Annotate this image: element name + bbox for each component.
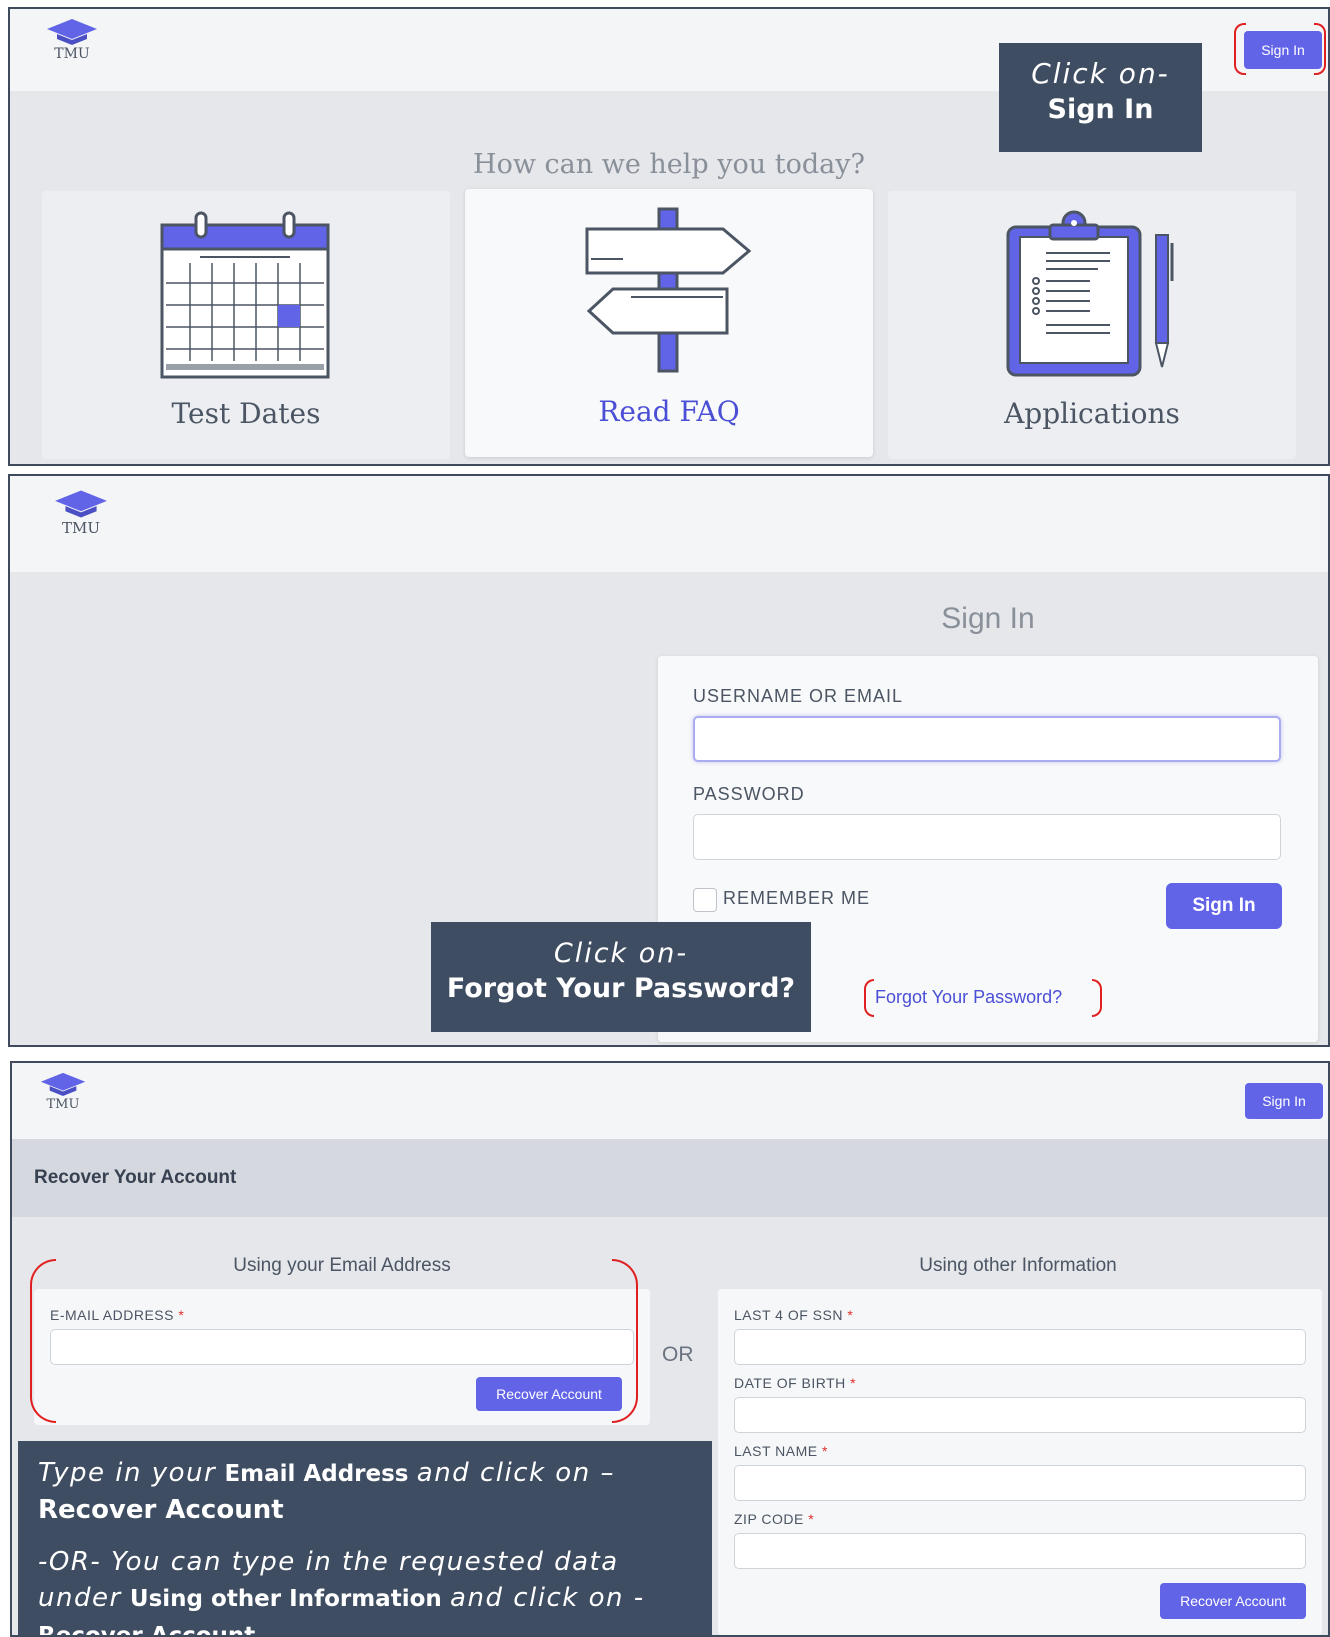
password-input[interactable] [693,814,1281,860]
recover-account-button[interactable]: Recover Account [476,1377,622,1411]
tmu-logo[interactable]: TMU [44,17,100,62]
card-label: Read FAQ [598,395,740,428]
card-test-dates[interactable]: Test Dates [42,191,450,459]
signpost-icon [585,207,752,373]
graduation-cap-icon [40,1072,86,1096]
recover-account-button-2[interactable]: Recover Account [1160,1583,1306,1619]
callout-line-2: Sign In [1047,94,1154,125]
annotation-bracket-right [1092,979,1102,1017]
last-name-input[interactable] [734,1465,1306,1501]
callout-paragraph-1: Type in your Email Address and click on … [38,1458,615,1525]
zip-code-label: ZIP CODE * [734,1511,815,1527]
instruction-callout: Type in your Email Address and click on … [18,1441,712,1637]
graduation-cap-icon [47,19,97,45]
dob-input[interactable] [734,1397,1306,1433]
or-divider: OR [662,1343,694,1366]
calendar-icon [160,211,330,379]
card-applications[interactable]: Applications [888,191,1296,459]
callout-paragraph-2: -OR- You can type in the requested data … [38,1547,645,1637]
annotation-bracket-left [30,1259,56,1423]
card-label: Applications [1004,397,1180,430]
sign-in-button[interactable]: Sign In [1245,1083,1323,1119]
password-label: PASSWORD [693,784,805,804]
zip-code-input[interactable] [734,1533,1306,1569]
ssn-label: LAST 4 OF SSN * [734,1307,854,1323]
forgot-password-link[interactable]: Forgot Your Password? [875,987,1062,1008]
card-label: Test Dates [171,397,321,430]
annotation-bracket-left [864,979,874,1017]
page-title: Recover Your Account [34,1167,237,1188]
graduation-cap-icon [55,490,107,518]
tmu-logo[interactable]: TMU [38,1071,88,1112]
remember-me-checkbox[interactable] [693,888,717,912]
card-read-faq[interactable]: Read FAQ [465,189,873,457]
callout-line-2: Forgot Your Password? [446,973,796,1004]
logo-text: TMU [61,519,100,537]
last-name-label: LAST NAME * [734,1443,828,1459]
other-section-title: Using other Information [919,1255,1117,1276]
sign-in-button[interactable]: Sign In [1244,31,1322,69]
tmu-logo[interactable]: TMU [52,488,110,537]
other-info-form-card: LAST 4 OF SSN * DATE OF BIRTH * LAST NAM… [718,1289,1322,1635]
page-header-bar: Recover Your Account [12,1139,1328,1217]
top-navbar [10,476,1328,572]
logo-text: TMU [46,1097,80,1112]
email-label: E-MAIL ADDRESS * [50,1307,185,1323]
username-input[interactable] [693,716,1281,762]
email-input[interactable] [50,1329,634,1365]
top-navbar [12,1063,1328,1139]
panel-recover-account: TMU Sign In Recover Your Account Using y… [10,1061,1330,1637]
page-title: Sign In [941,602,1035,635]
username-label: USERNAME OR EMAIL [693,686,904,706]
email-section-title: Using your Email Address [233,1255,451,1276]
instruction-callout: Click on- Forgot Your Password? [431,922,811,1032]
clipboard-icon [1006,210,1174,377]
callout-line-1: Click on- [553,938,689,969]
annotation-bracket-right [612,1259,638,1423]
email-form-card: E-MAIL ADDRESS * Recover Account [34,1289,650,1425]
callout-line-1: Click on- [1031,57,1170,90]
panel-home: TMU Sign In Click on- Sign In How can we… [8,7,1330,466]
dob-label: DATE OF BIRTH * [734,1375,857,1391]
ssn-input[interactable] [734,1329,1306,1365]
remember-me-label: REMEMBER ME [723,888,871,908]
instruction-callout: Click on- Sign In [999,43,1202,152]
help-heading: How can we help you today? [473,149,865,180]
panel-sign-in: TMU Sign In USERNAME OR EMAIL PASSWORD R… [8,474,1330,1047]
logo-text: TMU [54,46,90,62]
sign-in-submit-button[interactable]: Sign In [1166,883,1282,929]
